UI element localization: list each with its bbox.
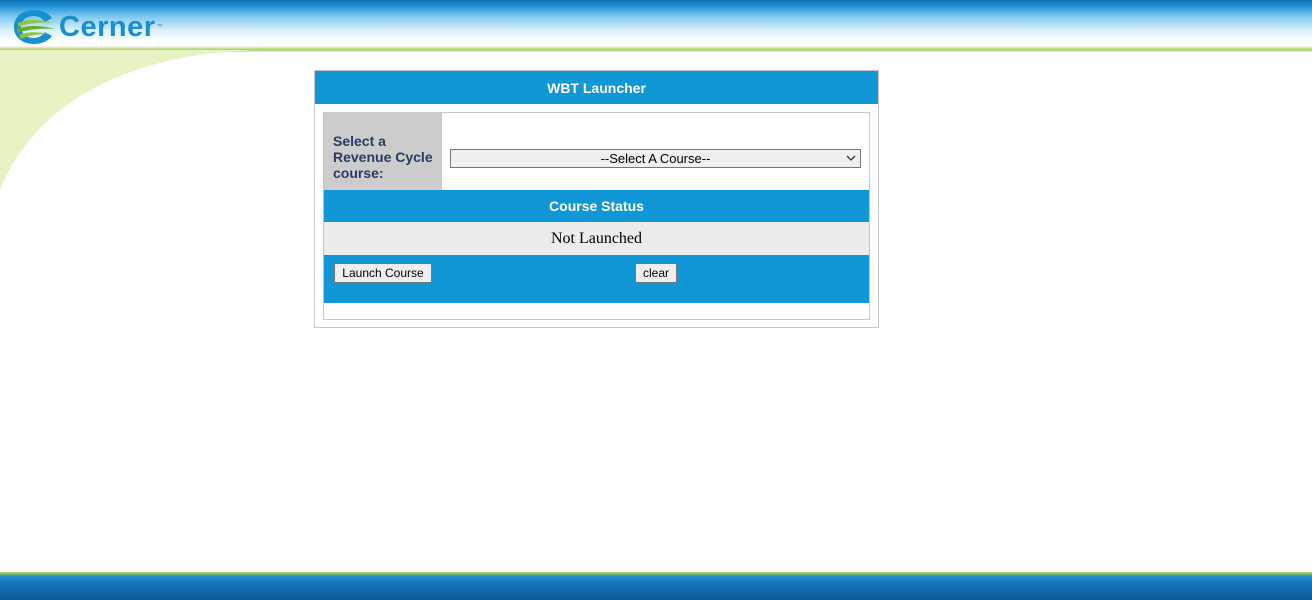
footer-bar	[0, 572, 1312, 600]
course-select-label: Select a Revenue Cycle course:	[324, 113, 442, 190]
course-select-row: Select a Revenue Cycle course: --Select …	[324, 113, 869, 190]
page: Cerner ™ WBT Launcher Select a Revenue Cy…	[0, 0, 1312, 600]
course-status-value: Not Launched	[324, 222, 869, 255]
decorative-swoosh	[0, 50, 260, 190]
wbt-launcher-panel: WBT Launcher Select a Revenue Cycle cour…	[314, 70, 879, 328]
clear-button[interactable]: clear	[635, 263, 677, 283]
course-select-cell: --Select A Course--	[442, 113, 869, 190]
header-bar: Cerner ™	[0, 0, 1312, 52]
cerner-logo[interactable]: Cerner ™	[12, 8, 163, 46]
course-select-value: --Select A Course--	[600, 151, 711, 166]
cerner-swirl-logo-icon	[14, 10, 55, 44]
chevron-down-icon	[846, 155, 856, 161]
trademark-mark: ™	[156, 24, 163, 30]
course-select-dropdown[interactable]: --Select A Course--	[450, 149, 861, 168]
course-status-header: Course Status	[324, 190, 869, 222]
panel-title: WBT Launcher	[315, 71, 878, 104]
launcher-form: Select a Revenue Cycle course: --Select …	[323, 112, 870, 320]
action-buttons-row: Launch Course clear	[324, 255, 869, 303]
launch-course-button[interactable]: Launch Course	[334, 263, 432, 283]
brand-name: Cerner	[59, 10, 156, 43]
